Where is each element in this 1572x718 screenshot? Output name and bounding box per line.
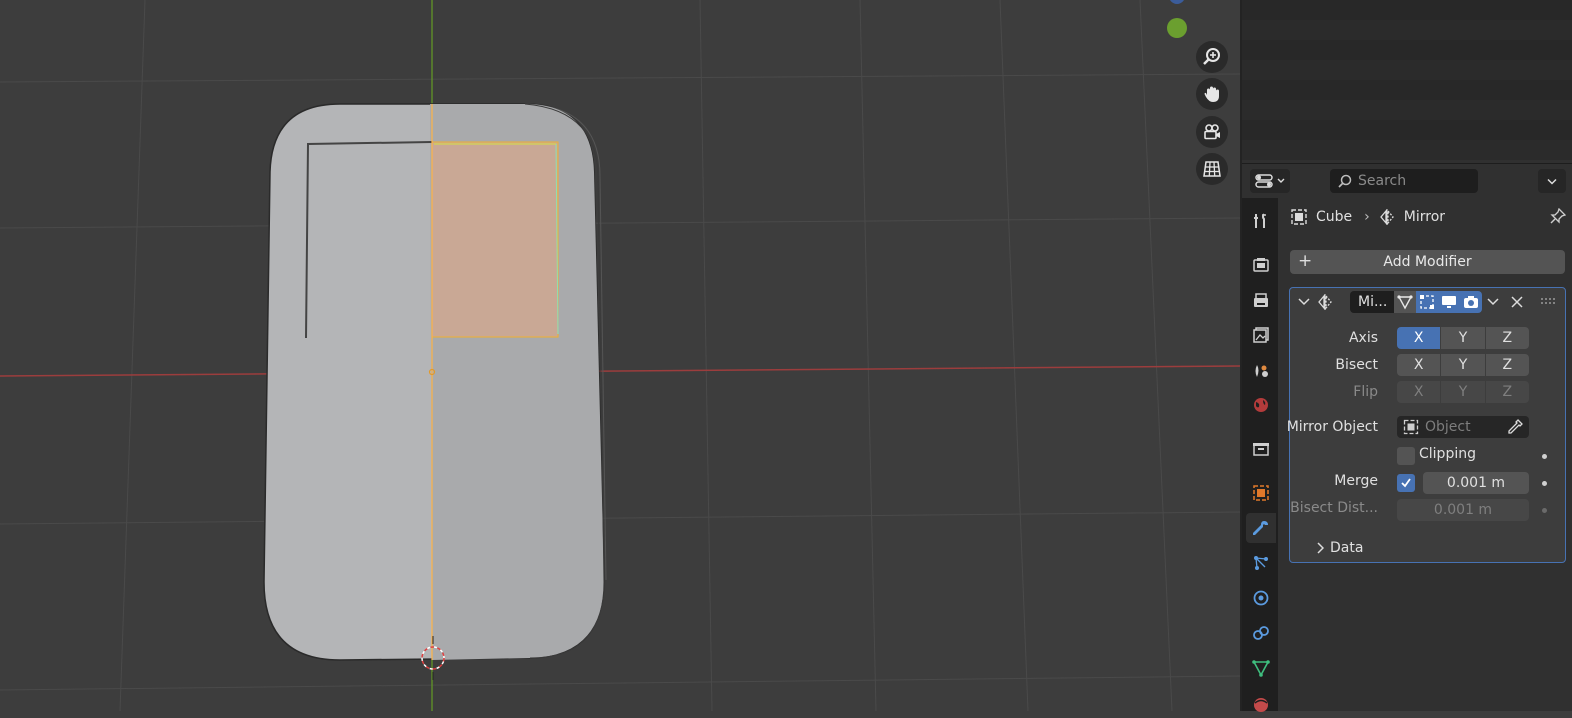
- mirror-modifier-icon: [1379, 209, 1394, 225]
- pan-hand-icon[interactable]: [1196, 78, 1228, 110]
- axis-z-toggle[interactable]: Z: [1485, 327, 1529, 349]
- mirror-modifier-panel: Mi... Axis X Y Z Bisect X Y Z Flip X Y Z…: [1286, 287, 1566, 563]
- search-input[interactable]: Search: [1330, 169, 1478, 193]
- axis-toggle-group: X Y Z: [1397, 327, 1529, 349]
- mirror-object-placeholder: Object: [1425, 419, 1471, 435]
- modifier-icon[interactable]: [1246, 513, 1276, 543]
- x-axis-line: [0, 365, 1240, 377]
- add-modifier-label: Add Modifier: [1383, 254, 1472, 270]
- search-placeholder: Search: [1358, 173, 1407, 189]
- edit-mode-icon: [1420, 295, 1434, 309]
- edit-mode-toggle[interactable]: [1416, 291, 1438, 313]
- bisect-distance-label: Bisect Dist...: [1290, 500, 1378, 516]
- tool-icon[interactable]: [1246, 206, 1276, 236]
- modifier-name-field[interactable]: Mi...: [1350, 291, 1394, 313]
- merge-label: Merge: [1334, 473, 1378, 489]
- viewport-display-toggle[interactable]: [1438, 291, 1460, 313]
- properties-editor-icon: [1255, 174, 1273, 188]
- eyedropper-icon[interactable]: [1507, 419, 1523, 435]
- camera-icon: [1464, 296, 1478, 308]
- collapse-chevron-icon[interactable]: [1298, 297, 1310, 307]
- mirror-object-label: Mirror Object: [1286, 419, 1378, 435]
- view-layer-icon[interactable]: [1246, 320, 1276, 350]
- mirror-object-field[interactable]: Object: [1397, 416, 1529, 438]
- plus-icon: +: [1298, 251, 1313, 271]
- flip-x-toggle[interactable]: X: [1397, 381, 1442, 403]
- output-icon[interactable]: [1246, 286, 1276, 316]
- particles-icon[interactable]: [1246, 548, 1276, 578]
- flip-label: Flip: [1353, 384, 1378, 400]
- object-icon: [1403, 419, 1419, 435]
- zoom-icon[interactable]: [1196, 41, 1228, 73]
- scene-icon[interactable]: [1246, 355, 1276, 385]
- merge-distance-field[interactable]: 0.001 m: [1423, 472, 1529, 494]
- bisect-x-toggle[interactable]: X: [1397, 354, 1442, 376]
- ortho-grid-icon[interactable]: [1196, 153, 1228, 185]
- collection-icon[interactable]: [1246, 434, 1276, 464]
- properties-header: Search: [1242, 163, 1572, 197]
- constraints-icon[interactable]: [1246, 618, 1276, 648]
- axis-x-toggle[interactable]: X: [1397, 327, 1442, 349]
- breadcrumb-object: Cube: [1316, 209, 1353, 225]
- editor-type-button[interactable]: [1250, 169, 1290, 193]
- bisect-label: Bisect: [1335, 357, 1378, 373]
- chevron-down-icon[interactable]: [1487, 297, 1499, 307]
- 3d-viewport[interactable]: [0, 0, 1240, 711]
- modifier-header: Mi...: [1290, 288, 1565, 316]
- checkmark-icon: [1401, 478, 1411, 488]
- world-icon[interactable]: [1246, 390, 1276, 420]
- flip-y-toggle[interactable]: Y: [1441, 381, 1486, 403]
- chevron-down-icon: [1277, 178, 1285, 183]
- mirror-modifier-icon: [1318, 294, 1332, 310]
- breadcrumb: Cube › Mirror: [1290, 206, 1445, 228]
- monitor-icon: [1442, 296, 1456, 308]
- properties-tabs: [1242, 198, 1278, 712]
- properties-editor: Search Cube › Mirror + Add Modifier Mi..…: [1240, 0, 1572, 712]
- object-icon: [1291, 209, 1307, 225]
- bisect-z-toggle[interactable]: Z: [1485, 354, 1529, 376]
- outliner-area[interactable]: [1242, 0, 1572, 160]
- merge-keyframe-dot[interactable]: [1542, 481, 1547, 486]
- search-icon: [1338, 174, 1352, 188]
- breadcrumb-modifier: Mirror: [1403, 209, 1446, 225]
- edit-mode-cage-toggle[interactable]: [1394, 291, 1416, 313]
- chevron-right-icon: [1317, 542, 1324, 554]
- physics-icon[interactable]: [1246, 583, 1276, 613]
- clipping-checkbox[interactable]: [1397, 447, 1415, 465]
- data-subpanel-label: Data: [1330, 540, 1364, 556]
- gizmo-y-dot[interactable]: [1167, 18, 1187, 38]
- drag-handle-icon[interactable]: [1540, 297, 1556, 305]
- properties-content: Cube › Mirror + Add Modifier Mi... Axis …: [1278, 198, 1572, 711]
- camera-view-icon[interactable]: [1196, 116, 1228, 148]
- render-toggle[interactable]: [1460, 291, 1482, 313]
- options-dropdown-button[interactable]: [1538, 169, 1566, 193]
- add-modifier-button[interactable]: + Add Modifier: [1290, 250, 1565, 274]
- floor-grid: [0, 0, 1240, 711]
- render-icon[interactable]: [1246, 250, 1276, 280]
- axis-y-toggle[interactable]: Y: [1441, 327, 1486, 349]
- bisect-distance-keyframe-dot[interactable]: [1542, 508, 1547, 513]
- axis-label: Axis: [1348, 330, 1378, 346]
- flip-z-toggle[interactable]: Z: [1485, 381, 1529, 403]
- chevron-down-icon: [1547, 178, 1557, 185]
- data-subpanel-header[interactable]: Data: [1316, 540, 1363, 556]
- clipping-label: Clipping: [1419, 446, 1476, 462]
- viewport-scene[interactable]: [0, 0, 1240, 711]
- clipping-keyframe-dot[interactable]: [1542, 454, 1547, 459]
- merge-checkbox[interactable]: [1397, 474, 1415, 492]
- selected-face: [431, 141, 559, 338]
- object-icon[interactable]: [1246, 478, 1276, 508]
- bisect-y-toggle[interactable]: Y: [1441, 354, 1486, 376]
- bisect-distance-field[interactable]: 0.001 m: [1397, 499, 1529, 521]
- chevron-right-icon: ›: [1364, 209, 1370, 225]
- close-icon[interactable]: [1511, 296, 1523, 308]
- bisect-toggle-group: X Y Z: [1397, 354, 1529, 376]
- pin-icon[interactable]: [1550, 207, 1567, 228]
- vertex-triangle-icon: [1397, 295, 1413, 310]
- material-icon[interactable]: [1246, 688, 1276, 718]
- flip-toggle-group: X Y Z: [1397, 381, 1529, 403]
- data-icon[interactable]: [1246, 653, 1276, 683]
